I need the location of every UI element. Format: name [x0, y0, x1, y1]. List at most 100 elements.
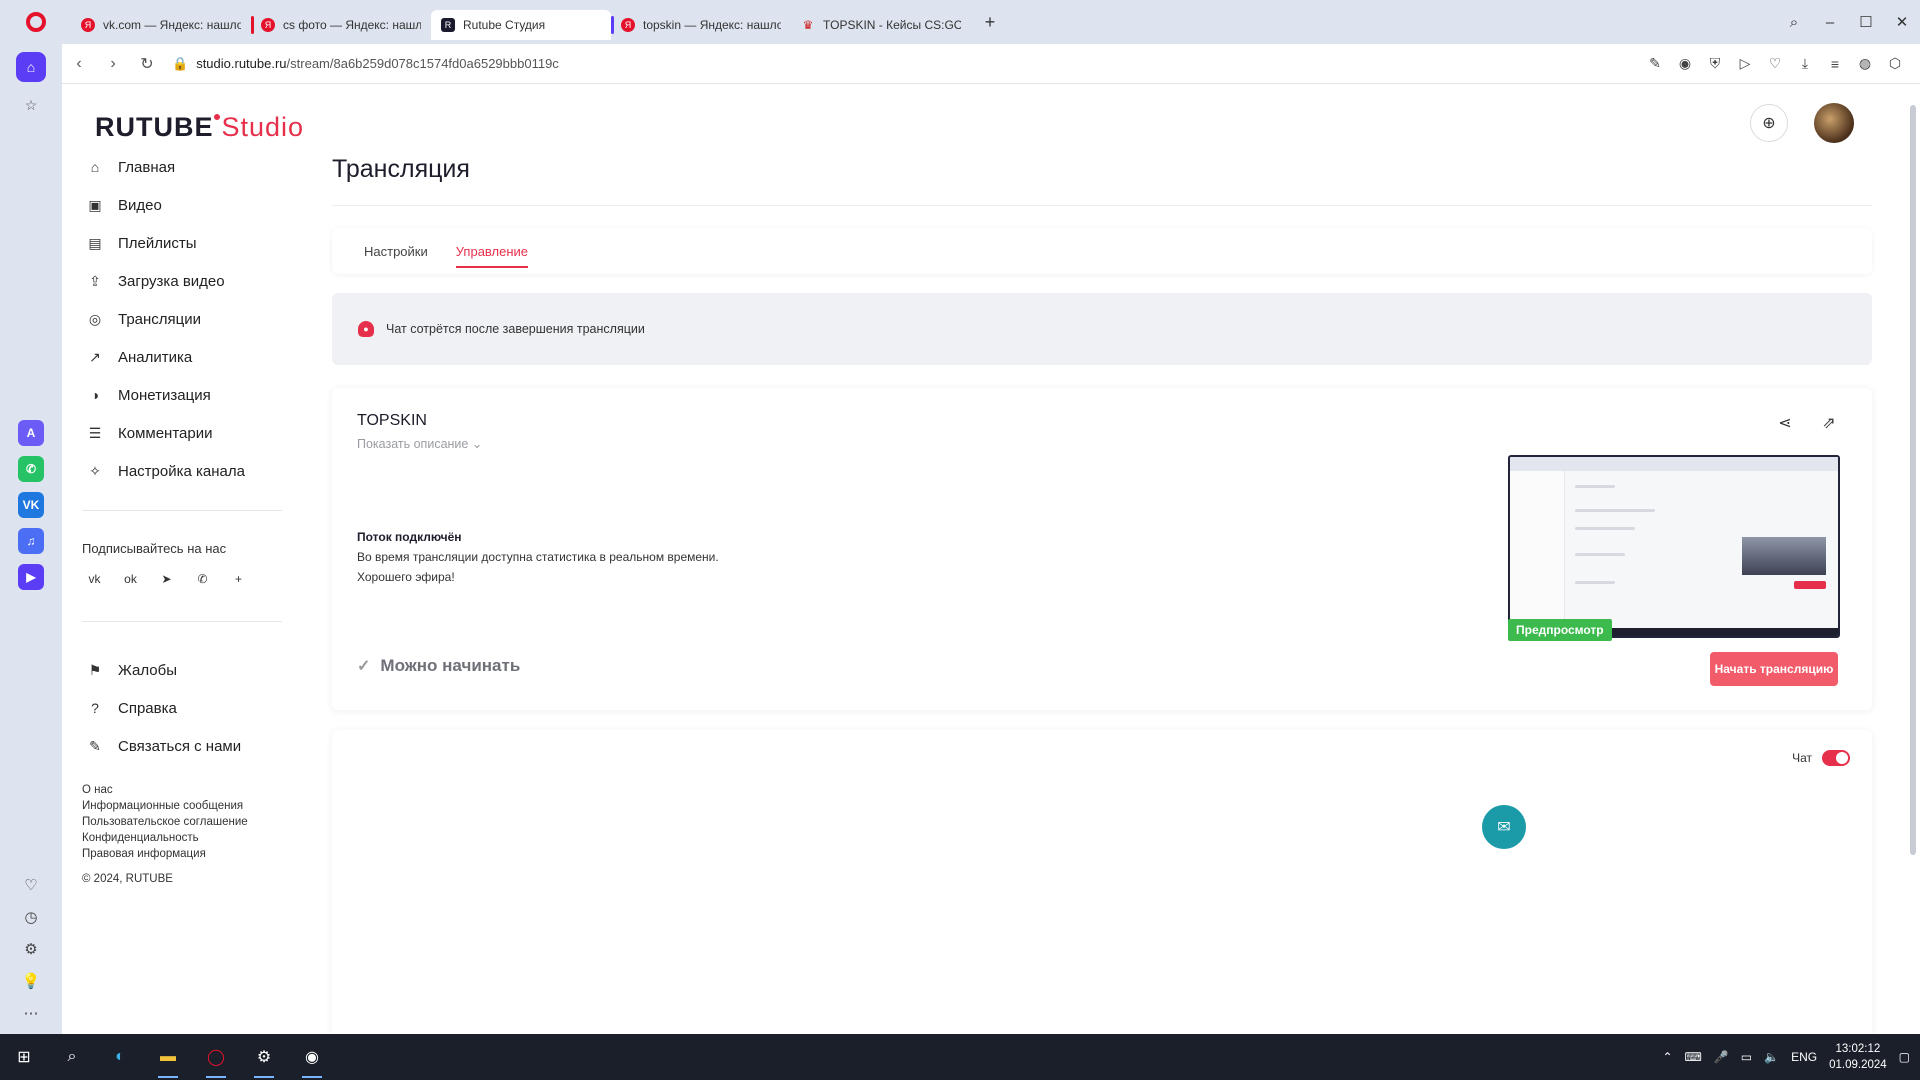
language-indicator[interactable]: ENG [1791, 1050, 1817, 1064]
heart-icon[interactable]: ♡ [1762, 51, 1788, 77]
shield-icon[interactable]: ⛨ [1702, 51, 1728, 77]
whatsapp-icon[interactable]: ✆ [18, 456, 44, 482]
preview-line [1575, 581, 1615, 584]
sidebar-item-playlists[interactable]: ▤ Плейлисты [82, 224, 282, 262]
url-field[interactable]: 🔒 studio.rutube.ru/stream/8a6b259d078c15… [172, 56, 559, 72]
star-icon[interactable]: ☆ [16, 90, 46, 120]
footer-link-terms[interactable]: Пользовательское соглашение [82, 814, 248, 830]
volume-icon[interactable]: 🔈 [1764, 1050, 1779, 1064]
sidebar-item-upload[interactable]: ⇪ Загрузка видео [82, 262, 282, 300]
file-explorer-icon[interactable]: ▬ [144, 1034, 192, 1080]
scrollbar-thumb[interactable] [1910, 105, 1916, 855]
opera-icon[interactable]: ◯ [192, 1034, 240, 1080]
home-icon[interactable]: ⌂ [16, 52, 46, 82]
browser-tab[interactable]: Я topskin — Яндекс: нашло [611, 10, 791, 40]
sidebar-item-home[interactable]: ⌂ Главная [82, 148, 282, 186]
sidebar-item-complaints[interactable]: ⚑ Жалобы [82, 651, 282, 689]
bulb-icon[interactable]: 💡 [18, 970, 44, 992]
browser-tab-active[interactable]: R Rutube Студия [431, 10, 611, 40]
footer-link-info[interactable]: Информационные сообщения [82, 798, 248, 814]
microphone-icon[interactable]: 🎤 [1714, 1050, 1729, 1064]
chevron-down-icon: ⌄ [471, 437, 483, 451]
forward-icon[interactable]: › [96, 47, 130, 81]
aria-icon[interactable]: A [18, 420, 44, 446]
download-icon[interactable]: ⤓ [1792, 51, 1818, 77]
sidebar-menu: ⌂ Главная ▣ Видео ▤ Плейлисты ⇪ Загрузка вид… [82, 148, 282, 490]
search-icon[interactable]: ⌕ [48, 1034, 96, 1080]
ok-icon[interactable]: ok [118, 566, 143, 591]
viber-icon[interactable]: ✆ [190, 566, 215, 591]
browser-tab[interactable]: ♛ TOPSKIN - Кейсы CS:GO, [791, 10, 971, 40]
browser-tab-bar: Я vk.com — Яндекс: нашло Я cs фото — Янд… [0, 0, 1920, 44]
start-broadcast-button[interactable]: Начать трансляцию [1710, 652, 1838, 686]
sidebar-item-monetization[interactable]: ◑ Монетизация [82, 376, 282, 414]
new-tab-button[interactable]: + [975, 7, 1005, 37]
notifications-icon[interactable]: ▢ [1899, 1050, 1910, 1064]
footer-link-legal[interactable]: Правовая информация [82, 846, 248, 862]
chevron-up-icon[interactable]: ⌃ [1662, 1050, 1672, 1064]
player-icon[interactable]: ▶ [18, 564, 44, 590]
maximize-icon[interactable]: ☐ [1848, 0, 1884, 44]
cube-icon[interactable]: ⬡ [1882, 51, 1908, 77]
monitor-icon[interactable]: ▭ [1741, 1050, 1752, 1064]
create-button[interactable]: ⊕ [1750, 104, 1788, 142]
heart-icon[interactable]: ♡ [18, 874, 44, 896]
profile-icon[interactable]: ◍ [1852, 51, 1878, 77]
footer-link-about[interactable]: О нас [82, 782, 248, 798]
preview-badge: Предпросмотр [1508, 619, 1612, 641]
network-icon[interactable]: ⌨ [1685, 1050, 1702, 1064]
sidebar-item-label: Монетизация [118, 386, 211, 404]
edit-icon[interactable]: ✎ [1642, 51, 1668, 77]
clock[interactable]: 13:02:12 01.09.2024 [1829, 1041, 1887, 1073]
steam-icon[interactable]: ⚙ [240, 1034, 288, 1080]
browser-tab[interactable]: Я cs фото — Яндекс: нашло [251, 10, 431, 40]
stream-preview[interactable] [1508, 455, 1840, 638]
music-icon[interactable]: ♫ [18, 528, 44, 554]
sidebar-item-contact[interactable]: ✎ Связаться с нами [82, 727, 282, 765]
sidebar-item-video[interactable]: ▣ Видео [82, 186, 282, 224]
more-icon[interactable]: ⋯ [18, 1002, 44, 1024]
vk-icon[interactable]: vk [82, 566, 107, 591]
show-description-toggle[interactable]: Показать описание ⌄ [357, 436, 482, 451]
sidebar-item-channel-settings[interactable]: ✧ Настройка канала [82, 452, 282, 490]
preview-line [1575, 485, 1615, 488]
rutube-studio-logo[interactable]: RUTUBE Studio [95, 112, 304, 143]
page-scrollbar[interactable] [1908, 85, 1918, 1033]
sidebar-item-broadcasts[interactable]: ◎ Трансляции [82, 300, 282, 338]
sidebar-item-help[interactable]: ? Справка [82, 689, 282, 727]
tab-management[interactable]: Управление [455, 228, 529, 274]
windows-start-icon[interactable]: ⊞ [0, 1034, 48, 1080]
opera-logo-icon[interactable] [0, 0, 71, 44]
support-chat-button[interactable]: ✉ [1482, 805, 1526, 849]
close-icon[interactable]: ✕ [1884, 0, 1920, 44]
sidebar-item-analytics[interactable]: ↗ Аналитика [82, 338, 282, 376]
footer-link-privacy[interactable]: Конфиденциальность [82, 830, 248, 846]
windows-taskbar: ⊞ ⌕ ◐ ▬ ◯ ⚙ ◉ ⌃ ⌨ 🎤 ▭ 🔈 ENG 13:02:12 01.… [0, 1034, 1920, 1080]
avatar[interactable] [1814, 103, 1854, 143]
play-icon[interactable]: ▷ [1732, 51, 1758, 77]
chat-toggle[interactable] [1822, 750, 1850, 766]
status-title: Поток подключён [357, 530, 462, 544]
tab-settings[interactable]: Настройки [364, 228, 428, 274]
yandex-icon: Я [81, 18, 95, 32]
share-icon[interactable]: ⋖ [1774, 412, 1796, 434]
telegram-icon[interactable]: ➤ [154, 566, 179, 591]
reload-icon[interactable]: ↻ [130, 47, 164, 81]
history-icon[interactable]: ◷ [18, 906, 44, 928]
obs-icon[interactable]: ◉ [288, 1034, 336, 1080]
camera-icon[interactable]: ◉ [1672, 51, 1698, 77]
back-icon[interactable]: ‹ [62, 47, 96, 81]
plus-icon[interactable]: + [226, 566, 251, 591]
search-tabs-icon[interactable]: ⌕ [1776, 0, 1812, 44]
browser-tab-label: topskin — Яндекс: нашло [643, 18, 781, 32]
vk-icon[interactable]: VK [18, 492, 44, 518]
stream-tabs: Настройки Управление [332, 228, 1872, 274]
settings-icon[interactable]: ⚙ [18, 938, 44, 960]
sidebar-item-comments[interactable]: ☰ Комментарии [82, 414, 282, 452]
external-link-icon[interactable]: ⇗ [1818, 412, 1840, 434]
window-controls: ⌕ – ☐ ✕ [1776, 0, 1920, 44]
minimize-icon[interactable]: – [1812, 0, 1848, 44]
browser-tab[interactable]: Я vk.com — Яндекс: нашло [71, 10, 251, 40]
edge-icon[interactable]: ◐ [96, 1034, 144, 1080]
menu-icon[interactable]: ≡ [1822, 51, 1848, 77]
